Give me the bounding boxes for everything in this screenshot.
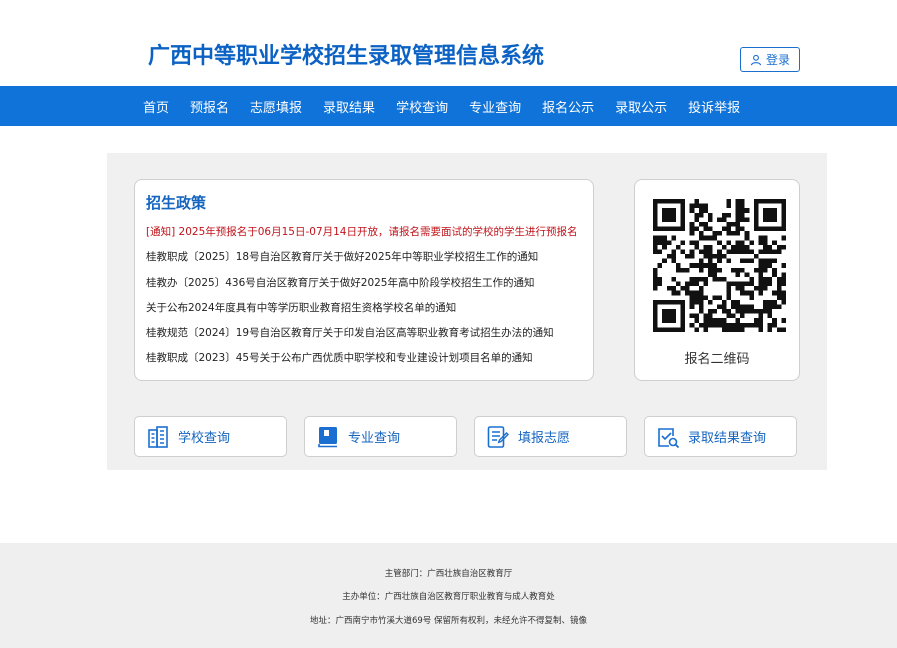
fill-application-label: 填报志愿: [518, 431, 571, 446]
footer-authority: 主管部门：广西壮族自治区教育厅: [384, 569, 513, 579]
nav-item-admission-public[interactable]: 录取公示: [615, 97, 667, 116]
policy-item[interactable]: 桂教办〔2025〕436号自治区教育厅关于做好2025年高中阶段学校招生工作的通…: [146, 275, 586, 300]
nav-item-admission-result[interactable]: 录取结果: [323, 97, 375, 116]
form-edit-icon: [486, 425, 510, 449]
site-footer: 主管部门：广西壮族自治区教育厅 主办单位：广西壮族自治区教育厅职业教育与成人教育…: [0, 543, 897, 648]
user-icon: [750, 54, 762, 65]
policy-item-notice[interactable]: [通知] 2025年预报名于06月15日-07月14日开放，请报名需要面试的学校…: [146, 224, 586, 249]
nav-item-home[interactable]: 首页: [143, 97, 169, 116]
qr-card: 报名二维码: [634, 179, 800, 381]
nav-item-application[interactable]: 志愿填报: [250, 97, 302, 116]
policy-list: [通知] 2025年预报名于06月15日-07月14日开放，请报名需要面试的学校…: [146, 224, 586, 376]
policy-item[interactable]: 桂教规范〔2024〕19号自治区教育厅关于印发自治区高等职业教育考试招生办法的通…: [146, 325, 586, 350]
policy-item[interactable]: 桂教职成〔2025〕18号自治区教育厅关于做好2025年中等职业学校招生工作的通…: [146, 249, 586, 274]
nav-item-registration-public[interactable]: 报名公示: [542, 97, 594, 116]
nav-list: 首页 预报名 志愿填报 录取结果 学校查询 专业查询 报名公示 录取公示 投诉举…: [143, 86, 761, 126]
nav-item-pre-registration[interactable]: 预报名: [190, 97, 229, 116]
fill-application-button[interactable]: 填报志愿: [474, 416, 627, 457]
footer-address: 地址：广西南宁市竹溪大道69号 保留所有权利，未经允许不得复制、镜像: [309, 616, 588, 626]
policy-item[interactable]: 关于公布2024年度具有中等学历职业教育招生资格学校名单的通知: [146, 300, 586, 325]
login-label: 登录: [765, 53, 790, 67]
nav-item-major-search[interactable]: 专业查询: [469, 97, 521, 116]
footer-organizer: 主办单位：广西壮族自治区教育厅职业教育与成人教育处: [342, 592, 555, 602]
check-search-icon: [656, 425, 680, 449]
registration-qr-code: [653, 199, 786, 332]
major-search-label: 专业查询: [348, 431, 401, 446]
nav-item-complaint[interactable]: 投诉举报: [688, 97, 740, 116]
admission-result-search-label: 录取结果查询: [688, 431, 767, 446]
policy-card: 招生政策 [通知] 2025年预报名于06月15日-07月14日开放，请报名需要…: [134, 179, 594, 381]
admission-result-search-button[interactable]: 录取结果查询: [644, 416, 797, 457]
login-button[interactable]: 登录: [740, 47, 800, 72]
school-search-label: 学校查询: [178, 431, 231, 446]
school-search-button[interactable]: 学校查询: [134, 416, 287, 457]
nav-item-school-search[interactable]: 学校查询: [396, 97, 448, 116]
main-nav: 首页 预报名 志愿填报 录取结果 学校查询 专业查询 报名公示 录取公示 投诉举…: [0, 86, 897, 126]
site-title: 广西中等职业学校招生录取管理信息系统: [148, 44, 545, 69]
building-icon: [146, 425, 170, 449]
policy-item[interactable]: 桂教职成〔2023〕45号关于公布广西优质中职学校和专业建设计划项目名单的通知: [146, 350, 586, 375]
site-header: 广西中等职业学校招生录取管理信息系统 登录: [0, 0, 897, 86]
qr-code-icon: [653, 199, 786, 332]
book-icon: [316, 425, 340, 449]
policy-title: 招生政策: [146, 194, 207, 212]
major-search-button[interactable]: 专业查询: [304, 416, 457, 457]
qr-caption: 报名二维码: [684, 352, 750, 367]
